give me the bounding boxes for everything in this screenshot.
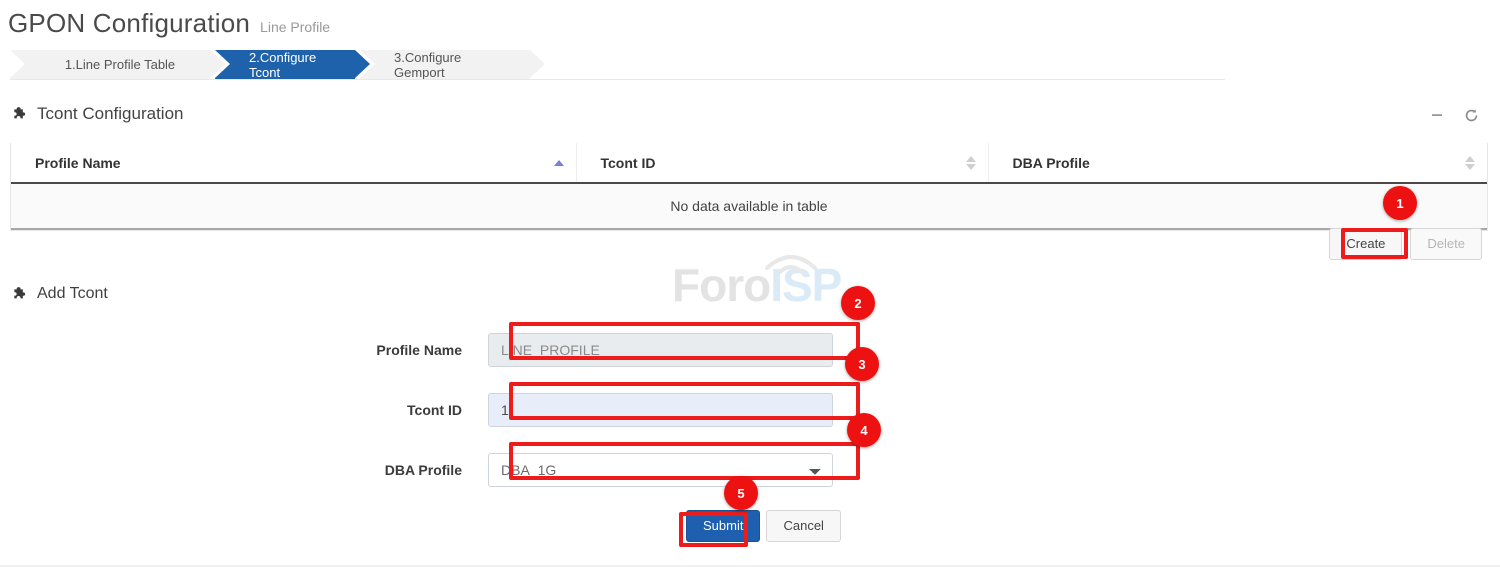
annotation-badge-1: 1 [1383, 186, 1417, 220]
dba-profile-label: DBA Profile [0, 462, 488, 478]
wizard-step-3-label: 3.Configure Gemport [394, 50, 508, 80]
wizard-step-3[interactable]: 3.Configure Gemport [360, 50, 530, 79]
table-empty-row: No data available in table [11, 183, 1487, 229]
dba-profile-select[interactable]: DBA_1G [488, 453, 833, 487]
panel-title: Tcont Configuration [37, 104, 183, 124]
table-header-tcont-id-label: Tcont ID [601, 155, 656, 171]
add-tcont-title: Add Tcont [37, 285, 108, 303]
cancel-button[interactable]: Cancel [766, 510, 840, 542]
table-actions: Create Delete [1329, 228, 1482, 260]
table-empty-message: No data available in table [11, 183, 1487, 229]
watermark-part-1: Foro [672, 259, 770, 311]
create-button[interactable]: Create [1329, 228, 1402, 260]
form-buttons: Submit Cancel [0, 510, 1500, 542]
tcont-id-label: Tcont ID [0, 402, 488, 418]
profile-name-label: Profile Name [0, 342, 488, 358]
annotation-badge-3: 3 [845, 347, 879, 381]
sort-ascending-icon [554, 160, 564, 166]
annotation-badge-5: 5 [724, 476, 758, 510]
add-tcont-section-header: Add Tcont [12, 285, 108, 303]
delete-button: Delete [1410, 228, 1482, 260]
tcont-configuration-panel-header: Tcont Configuration [12, 104, 183, 124]
puzzle-piece-icon [12, 106, 29, 123]
panel-tools [1428, 106, 1480, 124]
form-row-profile-name: Profile Name [0, 320, 1500, 380]
wifi-arc-icon [761, 248, 821, 274]
sort-neutral-icon [966, 156, 976, 170]
table-header-profile-name[interactable]: Profile Name [11, 143, 576, 183]
content-bottom-border [0, 565, 1500, 567]
watermark-part-2: ISP [770, 259, 841, 311]
page-title: GPON Configuration [8, 8, 250, 39]
wizard-step-1-label: 1.Line Profile Table [65, 57, 175, 72]
form-row-tcont-id: Tcont ID [0, 380, 1500, 440]
add-tcont-form: Profile Name Tcont ID DBA Profile DBA_1G [0, 320, 1500, 500]
page-subtitle: Line Profile [260, 19, 330, 35]
table-header-dba-profile-label: DBA Profile [1013, 155, 1090, 171]
wizard-steps: 1.Line Profile Table 2.Configure Tcont 3… [10, 50, 1490, 79]
refresh-icon[interactable] [1462, 106, 1480, 124]
annotation-badge-4: 4 [847, 413, 881, 447]
minimize-icon[interactable] [1428, 106, 1446, 124]
wizard-divider [10, 79, 1225, 80]
wizard-step-2-label: 2.Configure Tcont [249, 50, 333, 80]
tcont-table: Profile Name Tcont ID DBA Profile [10, 143, 1488, 231]
foroisp-watermark: ForoISP [672, 262, 841, 308]
table-header-tcont-id[interactable]: Tcont ID [576, 143, 988, 183]
page-header: GPON Configuration Line Profile [8, 8, 330, 39]
submit-button[interactable]: Submit [686, 510, 760, 542]
wizard-step-1[interactable]: 1.Line Profile Table [10, 50, 210, 79]
puzzle-piece-icon [12, 286, 29, 303]
sort-neutral-icon [1465, 156, 1475, 170]
profile-name-field [488, 333, 833, 367]
tcont-id-field[interactable] [488, 393, 833, 427]
wizard-step-2[interactable]: 2.Configure Tcont [215, 50, 355, 79]
table-header-profile-name-label: Profile Name [35, 155, 121, 171]
annotation-badge-2: 2 [841, 286, 875, 320]
table-header-row: Profile Name Tcont ID DBA Profile [11, 143, 1487, 183]
table-header-dba-profile[interactable]: DBA Profile [988, 143, 1487, 183]
